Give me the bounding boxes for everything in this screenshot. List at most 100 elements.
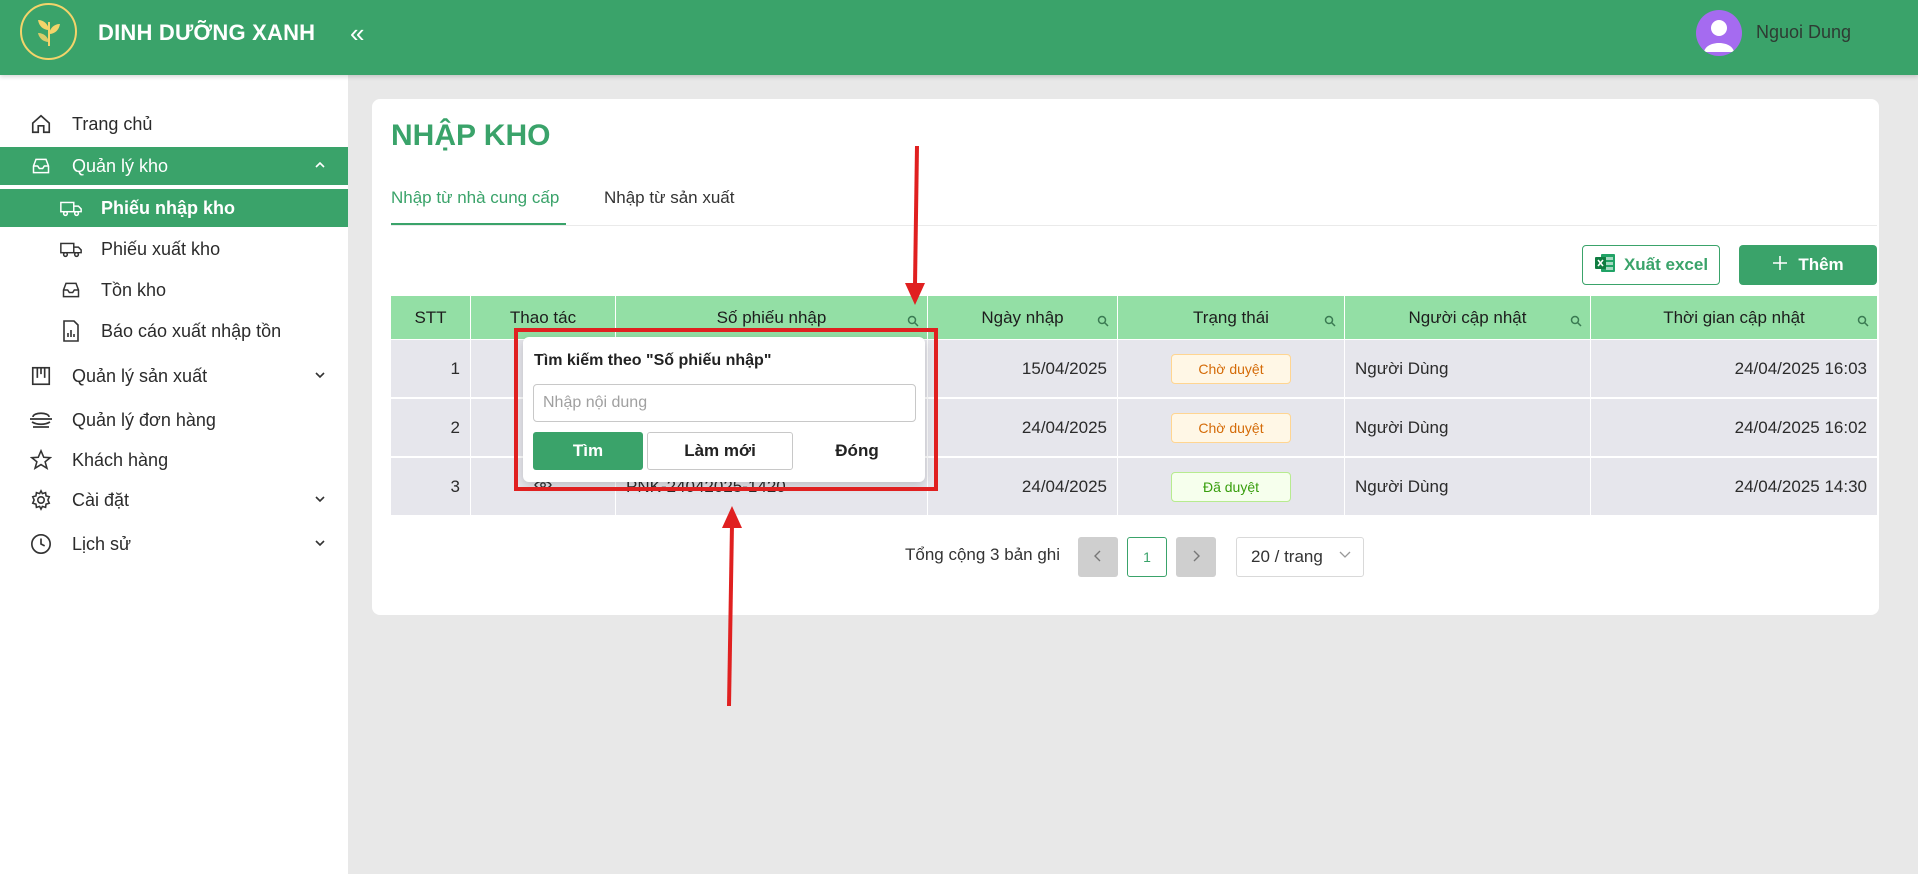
col-header-label: Trạng thái [1193,307,1269,327]
search-icon[interactable] [1570,312,1582,332]
status-badge: Chờ duyệt [1171,413,1291,443]
col-header-label: Ngày nhập [981,307,1064,327]
page-size-select[interactable]: 20 / trang [1236,537,1364,577]
gear-icon [28,487,54,513]
report-icon [58,318,84,344]
user-avatar[interactable] [1696,10,1742,56]
cell-status: Chờ duyệt [1118,340,1345,398]
cell-updated-by: Người Dùng [1345,458,1591,516]
chevron-up-icon [314,158,326,174]
sidebar-item-orders[interactable]: Quản lý đơn hàng [0,401,348,439]
plus-icon [1772,255,1788,276]
star-icon [28,447,54,473]
cell-stt: 3 [391,458,471,516]
popup-title: Tìm kiếm theo "Số phiếu nhập" [534,352,772,369]
export-excel-label: Xuất excel [1623,255,1709,274]
col-header-updated-at: Thời gian cập nhật [1591,296,1877,339]
collapse-sidebar-button[interactable]: « [350,18,364,49]
brand-name: DINH DƯỠNG XANH [98,20,316,45]
page-size-value: 20 / trang [1251,547,1323,566]
col-header-receipt-code: Số phiếu nhập [616,296,928,339]
sidebar-item-label: Tồn kho [101,279,167,300]
cell-updated-by: Người Dùng [1345,340,1591,398]
cell-status: Đã duyệt [1118,458,1345,516]
sidebar-item-goods-issue[interactable]: Phiếu xuất kho [0,230,348,268]
sidebar-item-label: Phiếu nhập kho [101,197,236,218]
factory-icon [28,363,54,389]
prev-page-button[interactable] [1078,537,1118,577]
close-button[interactable]: Đóng [801,432,913,470]
cell-date: 15/04/2025 [928,340,1118,398]
sidebar-item-label: Trang chủ [72,113,153,134]
inbox-icon [58,277,84,303]
add-button[interactable]: Thêm [1739,245,1877,285]
search-icon[interactable] [1857,312,1869,332]
order-icon [28,407,54,433]
sidebar-item-home[interactable]: Trang chủ [0,105,348,143]
user-name[interactable]: Nguoi Dung [1756,22,1851,43]
cell-date: 24/04/2025 [928,458,1118,516]
status-badge: Đã duyệt [1171,472,1291,502]
col-header-label: STT [414,307,447,327]
sidebar-item-label: Quản lý kho [72,155,169,176]
tab-production[interactable]: Nhập từ sản xuất [604,188,734,208]
col-header-actions: Thao tác [471,296,616,339]
cell-updated-at: 24/04/2025 16:02 [1734,418,1867,437]
top-header: DINH DƯỠNG XANH « Nguoi Dung [0,0,1918,75]
col-header-date: Ngày nhập [928,296,1118,339]
status-badge: Chờ duyệt [1171,354,1291,384]
truck-out-icon [58,236,84,262]
cell-updated-at: 24/04/2025 14:30 [1734,477,1867,496]
total-records: Tổng cộng 3 bản ghi [905,545,1061,564]
export-excel-button[interactable]: Xuất excel [1582,245,1720,285]
col-header-status: Trạng thái [1118,296,1345,339]
col-header-label: Thao tác [509,307,577,327]
sidebar-item-stock-report[interactable]: Báo cáo xuất nhập tồn [0,312,348,350]
chevron-down-icon [314,368,326,384]
add-label: Thêm [1798,255,1844,274]
find-button[interactable]: Tìm [533,432,643,470]
chevron-down-icon [314,536,326,552]
chevron-left-icon [1093,549,1103,565]
tabs-divider [391,225,1877,226]
cell-stt: 1 [391,340,471,398]
sidebar-item-label: Cài đặt [72,489,130,510]
sidebar-item-label: Báo cáo xuất nhập tồn [101,320,282,341]
tab-supplier[interactable]: Nhập từ nhà cung cấp [391,188,559,208]
col-header-label: Người cập nhật [1408,307,1527,327]
inbox-icon [28,153,54,179]
cell-updated-at: 24/04/2025 16:03 [1734,359,1867,378]
sidebar-item-inventory[interactable]: Tồn kho [0,271,348,309]
search-icon[interactable] [1324,312,1336,332]
col-header-label: Thời gian cập nhật [1663,307,1805,327]
cell-status: Chờ duyệt [1118,399,1345,457]
sidebar-item-label: Phiếu xuất kho [101,238,221,259]
page-number-button[interactable]: 1 [1127,537,1167,577]
sidebar-item-settings[interactable]: Cài đặt [0,481,348,519]
cell-stt: 2 [391,399,471,457]
cell-date: 24/04/2025 [928,399,1118,457]
col-header-label: Số phiếu nhập [716,307,827,327]
sidebar-item-label: Quản lý sản xuất [72,365,208,386]
sidebar-item-production[interactable]: Quản lý sản xuất [0,357,348,395]
sidebar-item-label: Lịch sử [72,533,132,554]
column-search-popup: Tìm kiếm theo "Số phiếu nhập" Tìm Làm mớ… [523,337,925,482]
next-page-button[interactable] [1176,537,1216,577]
sidebar-item-customers[interactable]: Khách hàng [0,441,348,479]
col-header-stt: STT [391,296,471,339]
reset-button[interactable]: Làm mới [647,432,793,470]
sidebar: Trang chủ Quản lý kho Phiếu nhập kho Phi… [0,75,348,874]
cell-updated-by: Người Dùng [1345,399,1591,457]
chevron-down-icon [314,492,326,508]
search-icon[interactable] [907,312,919,332]
clock-icon [28,531,54,557]
search-input[interactable] [533,384,916,422]
sidebar-item-goods-receipt[interactable]: Phiếu nhập kho [0,189,348,227]
sidebar-item-history[interactable]: Lịch sử [0,525,348,563]
truck-in-icon [58,195,84,221]
sidebar-item-warehouse[interactable]: Quản lý kho [0,147,348,185]
search-icon[interactable] [1097,312,1109,332]
chevron-right-icon [1191,549,1201,565]
table-header: STT Thao tác Số phiếu nhập Ngày nhập Trạ… [391,296,1877,339]
sidebar-item-label: Khách hàng [72,449,169,470]
